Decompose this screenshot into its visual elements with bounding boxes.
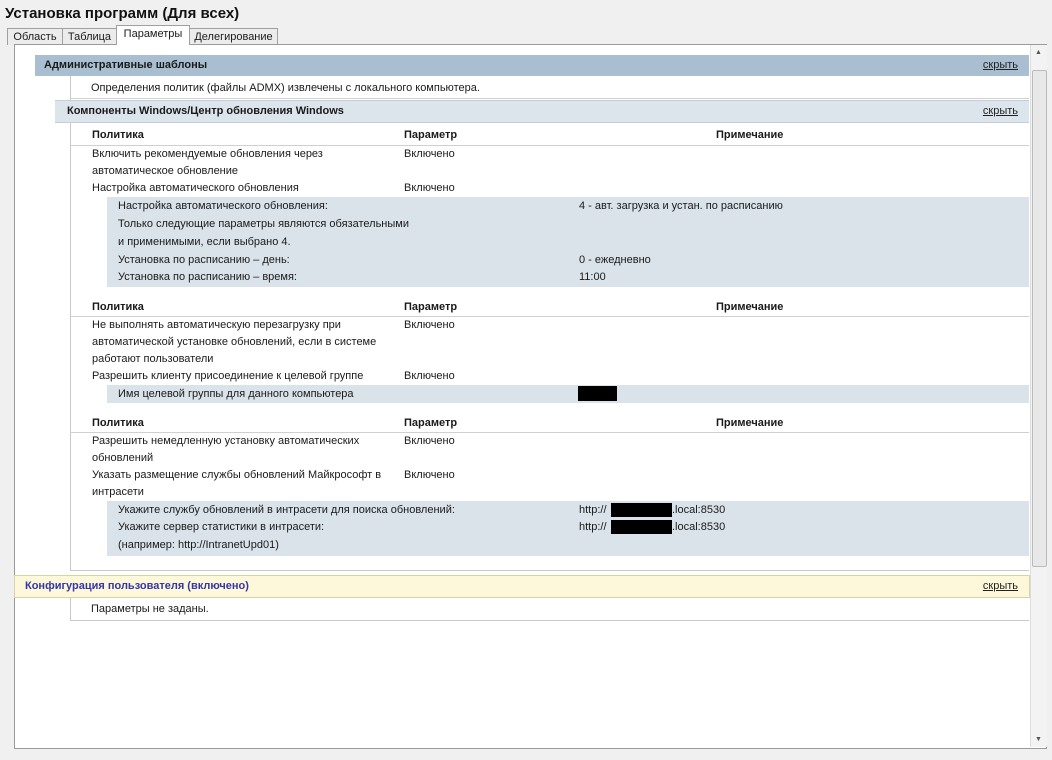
setting-value: http:// [579, 521, 607, 533]
tab-settings[interactable]: Параметры [116, 25, 190, 45]
policy-name: обновлений [92, 452, 154, 464]
col-param: Параметр [404, 417, 458, 429]
windows-update-header: Компоненты Windows/Центр обновления Wind… [55, 100, 1029, 123]
col-policy: Политика [92, 301, 144, 313]
setting-value: 0 - ежедневно [579, 254, 651, 266]
user-config-header: Конфигурация пользователя (включено) скр… [14, 575, 1030, 598]
scroll-down-icon[interactable]: ▼ [1035, 736, 1042, 743]
policy-value: Включено [404, 469, 455, 481]
redacted-host [611, 503, 672, 517]
admx-note: Определения политик (файлы ADMX) извлече… [91, 82, 480, 94]
setting-value: 4 - авт. загрузка и устан. по расписанию [579, 200, 783, 212]
policy-value: Включено [404, 370, 455, 382]
setting-name: Настройка автоматического обновления: [118, 200, 328, 212]
policy-name: автоматическое обновление [92, 165, 239, 177]
policy-name: Указать размещение службы обновлений Май… [92, 469, 382, 481]
hide-link[interactable]: скрыть [983, 55, 1018, 76]
section-title: Компоненты Windows/Центр обновления Wind… [67, 105, 344, 117]
policy-value: Включено [404, 182, 455, 194]
policy-name: Включить рекомендуемые обновления через [92, 148, 323, 160]
setting-name: Имя целевой группы для данного компьютер… [118, 388, 354, 400]
col-policy: Политика [92, 417, 144, 429]
vertical-scrollbar[interactable]: ▲ ▼ [1030, 45, 1047, 747]
scroll-up-icon[interactable]: ▲ [1035, 49, 1042, 56]
col-note: Примечание [716, 129, 784, 141]
setting-name: Только следующие параметры являются обяз… [118, 218, 409, 230]
hide-link[interactable]: скрыть [983, 101, 1018, 122]
tab-scope[interactable]: Область [7, 28, 63, 45]
setting-name: Установка по расписанию – время: [118, 271, 297, 283]
setting-value: 11:00 [579, 271, 606, 283]
setting-name: Установка по расписанию – день: [118, 254, 290, 266]
tab-delegation[interactable]: Делегирование [189, 28, 278, 45]
policy-name: интрасети [92, 486, 144, 498]
policy-value: Включено [404, 435, 455, 447]
setting-value: .local:8530 [672, 504, 726, 516]
section-title: Административные шаблоны [44, 59, 208, 71]
policy-value: Включено [404, 148, 455, 160]
redacted-host [611, 520, 672, 534]
tab-table[interactable]: Таблица [62, 28, 117, 45]
policy-name: работают пользователи [92, 353, 214, 365]
col-note: Примечание [716, 301, 784, 313]
user-config-note: Параметры не заданы. [91, 603, 209, 615]
setting-name: и применимыми, если выбрано 4. [118, 236, 291, 248]
policy-name: Разрешить клиенту присоединение к целево… [92, 370, 364, 382]
policy-value: Включено [404, 319, 455, 331]
policy-name: автоматической установке обновлений, есл… [92, 336, 377, 348]
policy-name: Разрешить немедленную установку автомати… [92, 435, 360, 447]
divider [70, 76, 71, 570]
policy-name: Не выполнять автоматическую перезагрузку… [92, 319, 341, 331]
setting-value: http:// [579, 504, 607, 516]
scrollbar-thumb[interactable] [1032, 70, 1047, 567]
setting-value: .local:8530 [672, 521, 726, 533]
setting-name: Укажите сервер статистики в интрасети: [118, 521, 325, 533]
policy-name: Настройка автоматического обновления [92, 182, 299, 194]
col-param: Параметр [404, 129, 458, 141]
redacted-value [578, 386, 617, 401]
window-title: Установка программ (Для всех) [5, 5, 240, 22]
col-policy: Политика [92, 129, 144, 141]
hide-link[interactable]: скрыть [983, 576, 1018, 597]
col-param: Параметр [404, 301, 458, 313]
setting-name: Укажите службу обновлений в интрасети дл… [118, 504, 455, 516]
admin-templates-header: Административные шаблоны скрыть [35, 55, 1029, 76]
col-note: Примечание [716, 417, 784, 429]
section-title: Конфигурация пользователя (включено) [25, 580, 249, 592]
setting-name: (например: http://IntranetUpd01) [118, 539, 279, 551]
